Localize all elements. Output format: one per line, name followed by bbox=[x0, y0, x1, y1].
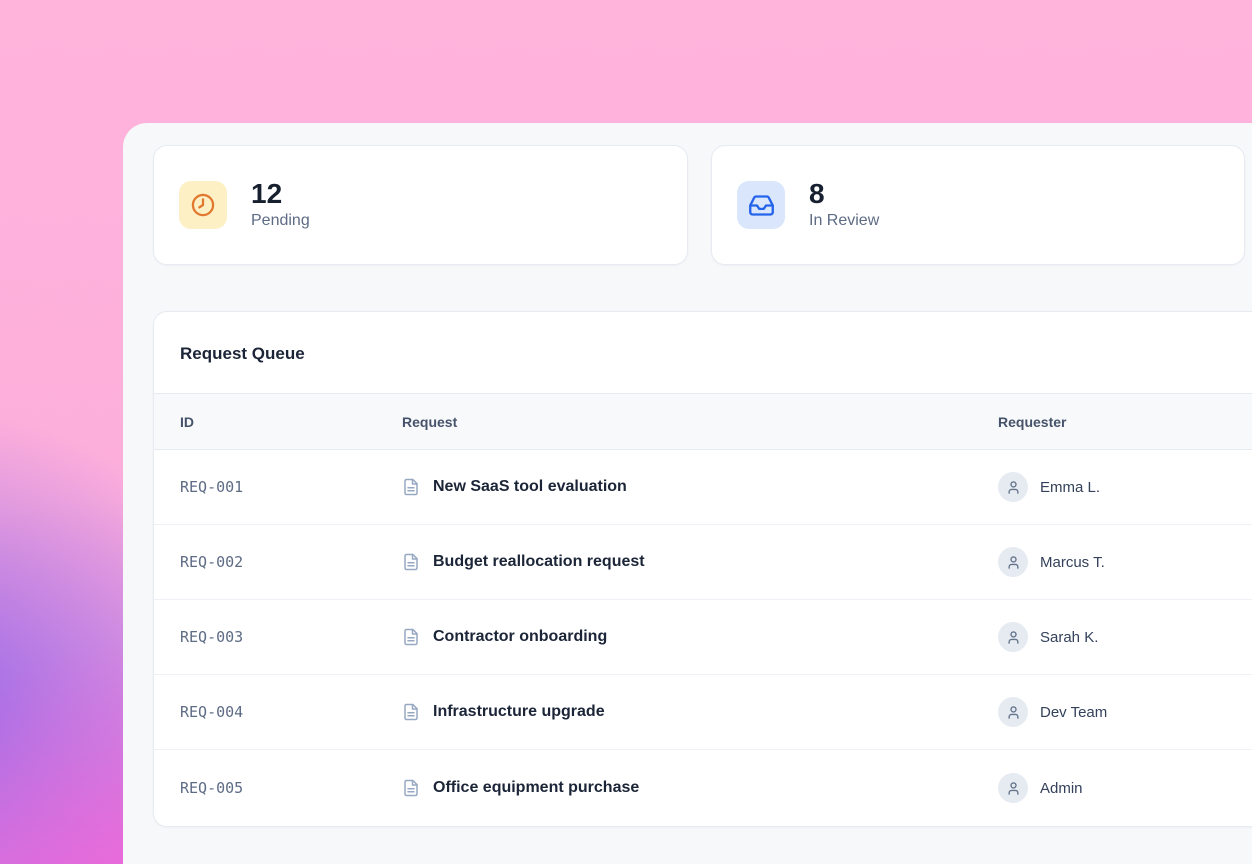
pending-count: 12 bbox=[251, 179, 310, 209]
user-icon bbox=[1006, 781, 1021, 796]
stat-card-pending: 12 Pending bbox=[153, 145, 688, 265]
file-text-icon bbox=[402, 478, 420, 496]
avatar bbox=[998, 472, 1028, 502]
column-header-id: ID bbox=[180, 414, 402, 430]
table-row[interactable]: REQ-003 Contractor onboarding Sarah K. bbox=[154, 600, 1252, 675]
stat-text: 8 In Review bbox=[809, 179, 879, 231]
table-row[interactable]: REQ-005 Office equipment purchase Admin bbox=[154, 750, 1252, 826]
user-icon bbox=[1006, 480, 1021, 495]
request-id: REQ-001 bbox=[180, 478, 402, 496]
request-id: REQ-002 bbox=[180, 553, 402, 571]
stat-card-in-review: 8 In Review bbox=[711, 145, 1245, 265]
user-icon bbox=[1006, 630, 1021, 645]
content-panel: 12 Pending 8 In Review Request Queue ID … bbox=[123, 123, 1252, 864]
request-title: Contractor onboarding bbox=[433, 628, 607, 646]
inbox-icon bbox=[737, 181, 785, 229]
request-queue-card: Request Queue ID Request Requester REQ-0… bbox=[153, 311, 1252, 827]
requester-name: Emma L. bbox=[1040, 479, 1100, 496]
file-text-icon bbox=[402, 628, 420, 646]
requester-name: Dev Team bbox=[1040, 704, 1107, 721]
table-row[interactable]: REQ-001 New SaaS tool evaluation Emma L. bbox=[154, 450, 1252, 525]
stats-row: 12 Pending 8 In Review bbox=[153, 145, 1252, 265]
request-title: Infrastructure upgrade bbox=[433, 703, 605, 721]
column-header-requester: Requester bbox=[998, 414, 1252, 430]
requester-name: Marcus T. bbox=[1040, 554, 1105, 571]
table-header-row: ID Request Requester bbox=[154, 394, 1252, 450]
in-review-count: 8 bbox=[809, 179, 879, 209]
file-text-icon bbox=[402, 779, 420, 797]
user-icon bbox=[1006, 705, 1021, 720]
avatar bbox=[998, 622, 1028, 652]
file-text-icon bbox=[402, 703, 420, 721]
avatar bbox=[998, 773, 1028, 803]
avatar bbox=[998, 697, 1028, 727]
requester-name: Sarah K. bbox=[1040, 629, 1098, 646]
requester-name: Admin bbox=[1040, 780, 1083, 797]
clock-icon bbox=[179, 181, 227, 229]
request-id: REQ-003 bbox=[180, 628, 402, 646]
avatar bbox=[998, 547, 1028, 577]
in-review-label: In Review bbox=[809, 211, 879, 231]
request-title: New SaaS tool evaluation bbox=[433, 478, 627, 496]
column-header-request: Request bbox=[402, 414, 998, 430]
request-id: REQ-004 bbox=[180, 703, 402, 721]
user-icon bbox=[1006, 555, 1021, 570]
file-text-icon bbox=[402, 553, 420, 571]
request-title: Office equipment purchase bbox=[433, 779, 639, 797]
request-id: REQ-005 bbox=[180, 779, 402, 797]
request-queue-title: Request Queue bbox=[154, 312, 1252, 394]
stat-text: 12 Pending bbox=[251, 179, 310, 231]
pending-label: Pending bbox=[251, 211, 310, 231]
table-row[interactable]: REQ-004 Infrastructure upgrade Dev Team bbox=[154, 675, 1252, 750]
request-title: Budget reallocation request bbox=[433, 553, 645, 571]
table-row[interactable]: REQ-002 Budget reallocation request Marc… bbox=[154, 525, 1252, 600]
